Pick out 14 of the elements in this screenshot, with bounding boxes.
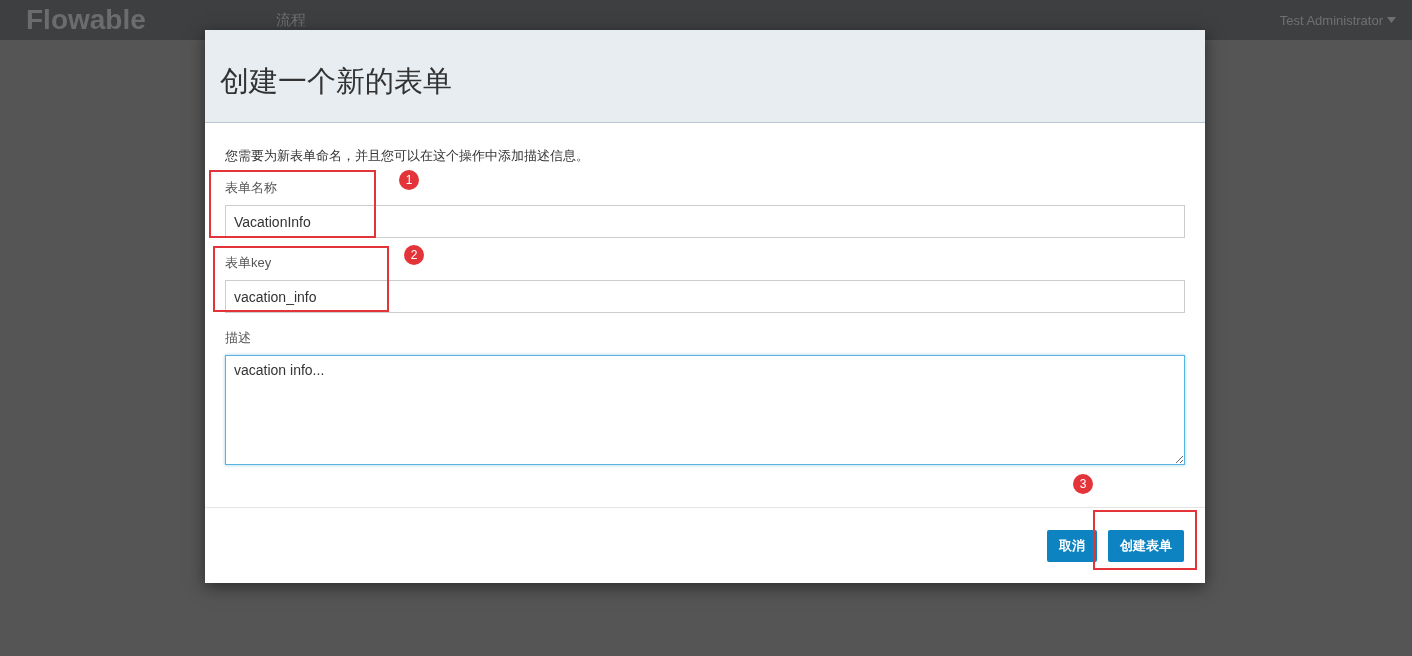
text-area[interactable]: vacation info... <box>225 355 1185 465</box>
create-button[interactable]: 创建表单 <box>1108 529 1184 562</box>
dialog-description: 您需要为新表单命名，并且您可以在这个操作中添加描述信息。 <box>225 147 590 165</box>
dialog-title: 创建一个新的表单 <box>220 64 452 99</box>
field-label: 表单名称 <box>225 179 277 197</box>
step-marker: 3 <box>1073 474 1093 494</box>
caret-icon <box>1387 17 1396 23</box>
input-field[interactable]: VacationInfo <box>225 205 1185 238</box>
step-marker: 2 <box>404 245 424 265</box>
step-marker: 1 <box>399 170 419 190</box>
field-label: 描述 <box>225 329 251 347</box>
cancel-button[interactable]: 取消 <box>1047 529 1097 562</box>
field-label: 表单key <box>225 254 272 272</box>
input-field[interactable]: vacation_info <box>225 280 1185 313</box>
